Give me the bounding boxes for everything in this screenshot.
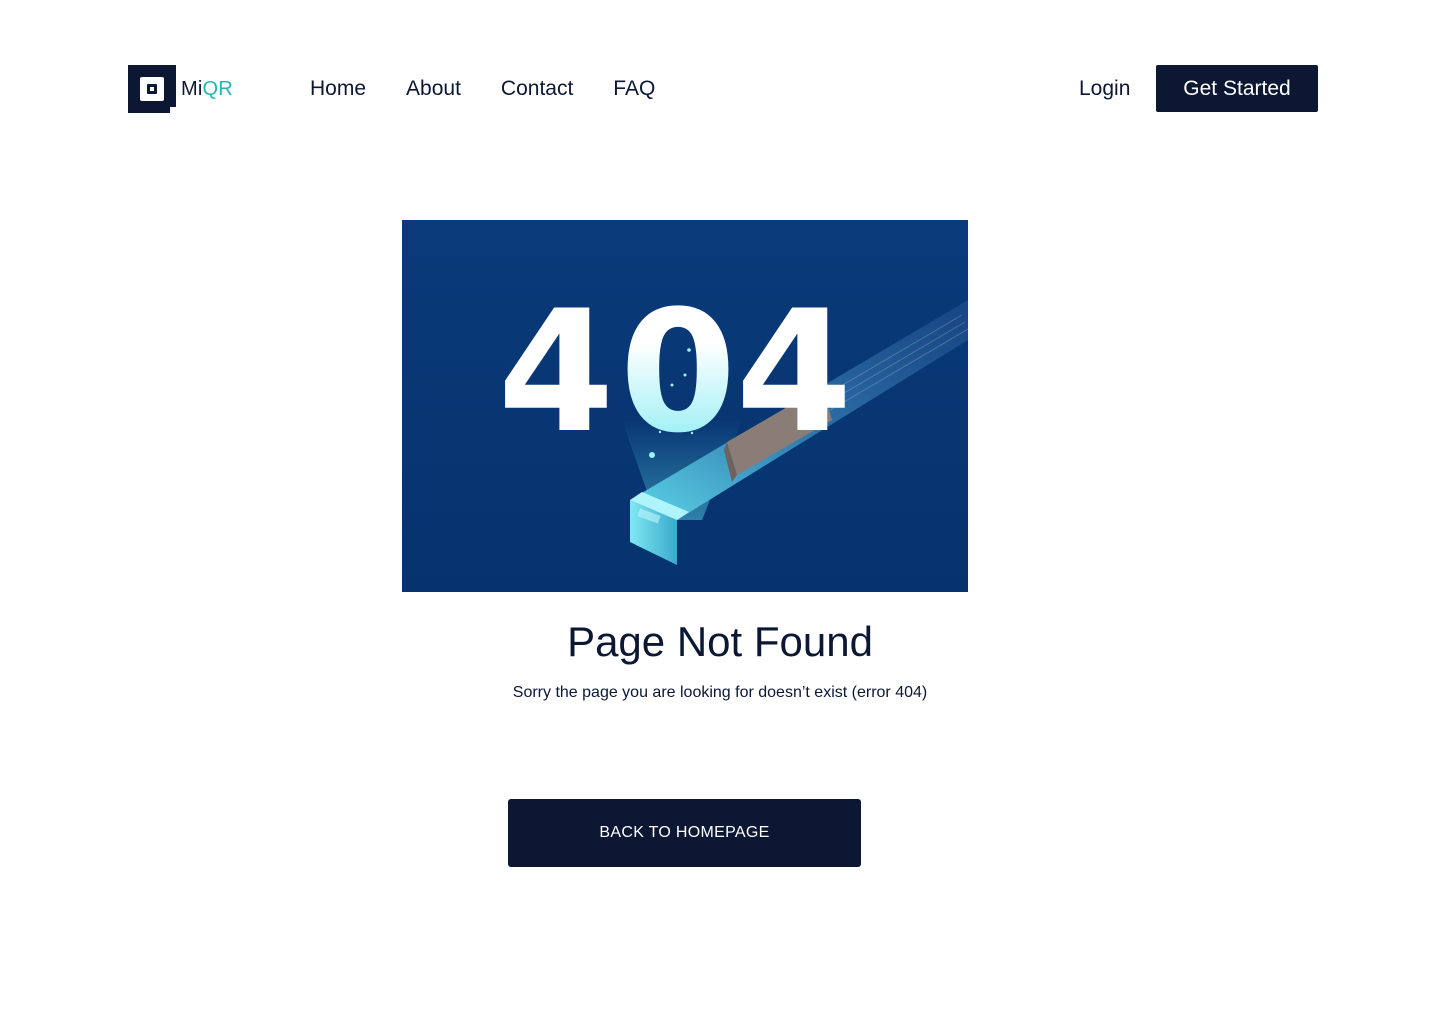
- brand-name-part2: QR: [202, 77, 233, 100]
- nav-about-link[interactable]: About: [406, 77, 461, 101]
- brand-name: MiQR: [181, 78, 233, 101]
- get-started-button[interactable]: Get Started: [1156, 65, 1318, 112]
- nav-home-link[interactable]: Home: [310, 77, 366, 101]
- digit-4-left: 4: [498, 274, 615, 470]
- main-nav: Home About Contact FAQ: [310, 74, 655, 104]
- digit-4-right: 4: [736, 274, 853, 470]
- brand-name-part1: Mi: [181, 77, 203, 100]
- login-link[interactable]: Login: [1079, 74, 1130, 104]
- page: MiQR Home About Contact FAQ Login Get St…: [0, 0, 1440, 1024]
- back-to-homepage-button[interactable]: BACK TO HOMEPAGE: [508, 799, 861, 867]
- 404-illustration: 4 0 4: [402, 220, 968, 592]
- nav-contact-link[interactable]: Contact: [501, 77, 573, 101]
- page-title: Page Not Found: [567, 618, 873, 665]
- digit-0: 0: [620, 274, 737, 470]
- logo-mark-icon: [128, 65, 176, 113]
- page-subtitle: Sorry the page you are looking for doesn…: [512, 684, 928, 701]
- brand-logo[interactable]: MiQR: [128, 65, 233, 113]
- nav-faq-link[interactable]: FAQ: [613, 77, 655, 101]
